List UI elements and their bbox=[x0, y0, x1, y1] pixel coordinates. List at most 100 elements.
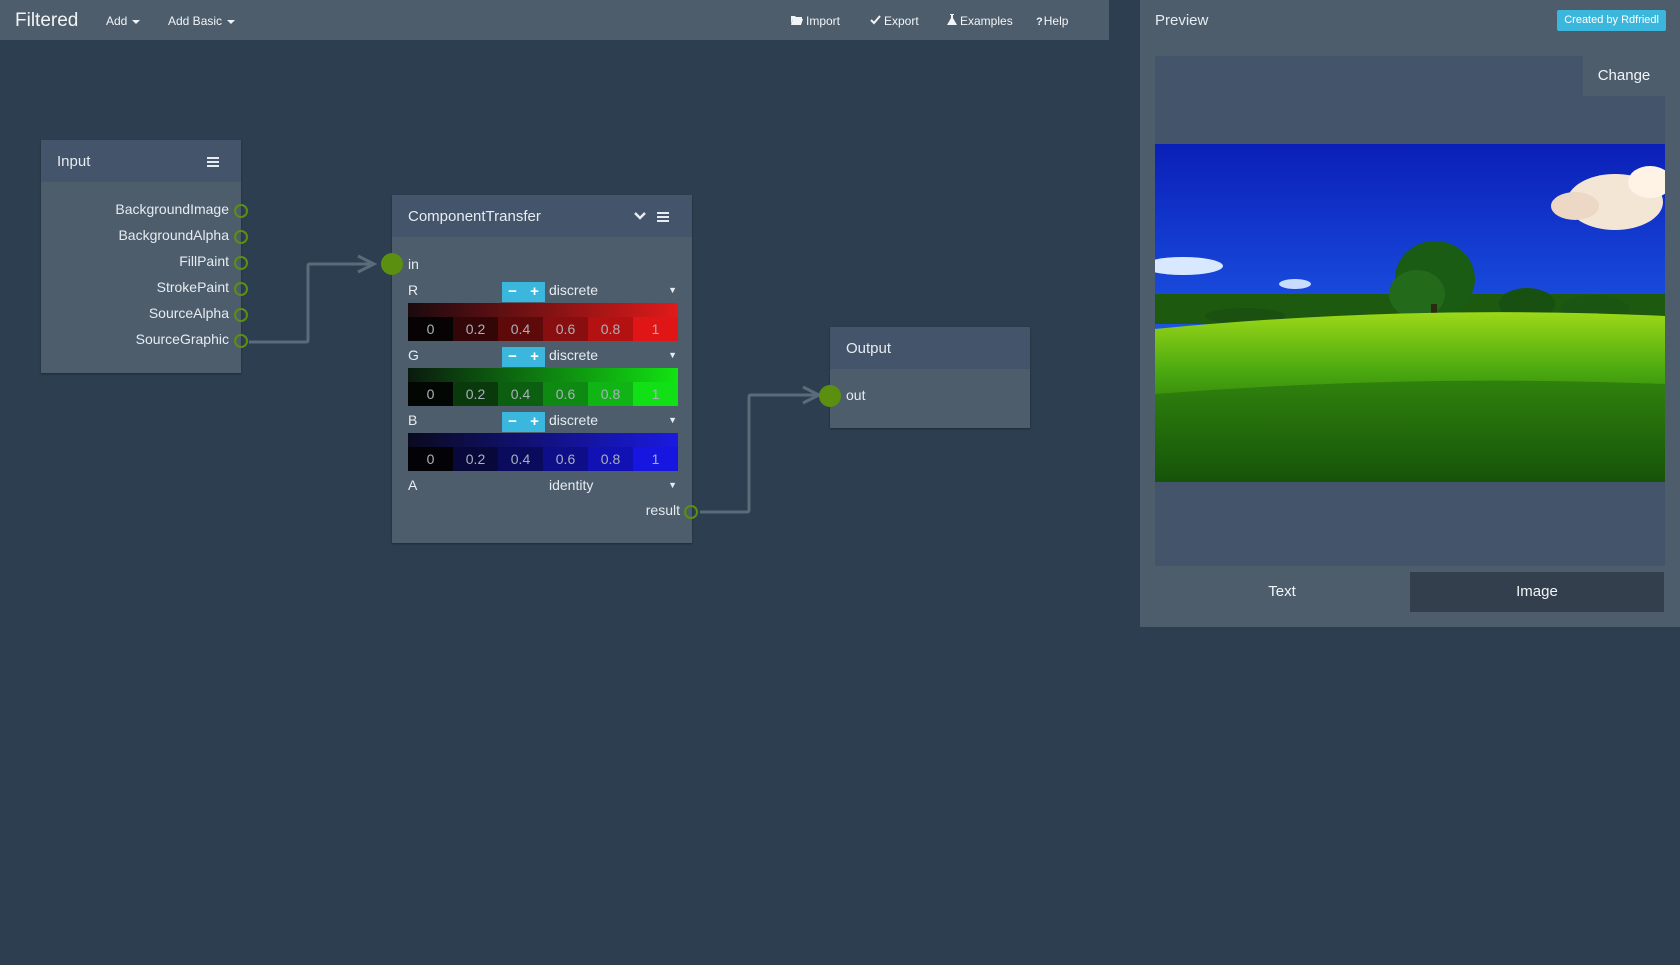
app-title[interactable]: Filtered bbox=[15, 10, 78, 32]
select-value: identity bbox=[549, 477, 594, 493]
port-label: BackgroundImage bbox=[115, 201, 229, 217]
component-transfer-node[interactable]: ComponentTransfer in R − + discrete ▼ 0 0.… bbox=[392, 195, 692, 543]
table-value[interactable]: 0 bbox=[408, 382, 453, 406]
connection-wire bbox=[700, 393, 818, 514]
r-table-values: 0 0.2 0.4 0.6 0.8 1 bbox=[408, 317, 678, 341]
table-value[interactable]: 0.8 bbox=[588, 447, 633, 471]
table-value[interactable]: 0.2 bbox=[453, 447, 498, 471]
add-menu[interactable]: Add bbox=[106, 14, 141, 28]
examples-button[interactable]: Examples bbox=[947, 14, 1013, 28]
plus-button[interactable]: + bbox=[524, 347, 545, 367]
node-header[interactable]: Input bbox=[41, 140, 241, 182]
preview-stage: Change bbox=[1155, 56, 1665, 566]
plus-button[interactable]: + bbox=[524, 282, 545, 302]
channel-label: R bbox=[408, 282, 419, 298]
g-gradient bbox=[408, 368, 678, 382]
output-port[interactable] bbox=[234, 256, 248, 270]
output-node[interactable]: Output out bbox=[830, 327, 1030, 428]
node-header[interactable]: Output bbox=[830, 327, 1030, 369]
minus-button[interactable]: − bbox=[502, 347, 523, 367]
chevron-down-icon[interactable] bbox=[634, 212, 646, 221]
examples-label: Examples bbox=[960, 14, 1013, 28]
import-label: Import bbox=[806, 14, 841, 28]
b-gradient bbox=[408, 433, 678, 447]
arrow-head-icon bbox=[802, 385, 823, 405]
r-mode-select[interactable]: discrete ▼ bbox=[549, 282, 677, 302]
menu-icon[interactable] bbox=[207, 157, 219, 167]
preview-panel: Change bbox=[1140, 42, 1680, 627]
folder-open-icon bbox=[791, 16, 803, 25]
table-value[interactable]: 1 bbox=[633, 317, 678, 341]
table-value[interactable]: 0.2 bbox=[453, 317, 498, 341]
export-label: Export bbox=[884, 14, 919, 28]
output-port[interactable] bbox=[234, 230, 248, 244]
channel-label: B bbox=[408, 412, 418, 428]
g-mode-select[interactable]: discrete ▼ bbox=[549, 347, 677, 367]
table-value[interactable]: 0.8 bbox=[588, 317, 633, 341]
table-value[interactable]: 0 bbox=[408, 317, 453, 341]
dropdown-arrow-icon: ▼ bbox=[668, 480, 677, 490]
export-button[interactable]: Export bbox=[870, 14, 919, 28]
port-label: SourceGraphic bbox=[135, 331, 229, 347]
dropdown-arrow-icon: ▼ bbox=[668, 350, 677, 360]
caret-down-icon bbox=[132, 19, 141, 24]
add-menu-label: Add bbox=[106, 14, 128, 28]
output-port[interactable] bbox=[234, 282, 248, 296]
help-label: Help bbox=[1043, 14, 1069, 28]
table-value[interactable]: 0.4 bbox=[498, 317, 543, 341]
input-port[interactable] bbox=[381, 253, 403, 275]
dropdown-arrow-icon: ▼ bbox=[668, 415, 677, 425]
tab-image[interactable]: Image bbox=[1410, 572, 1664, 612]
flask-icon bbox=[947, 14, 957, 25]
table-value[interactable]: 1 bbox=[633, 382, 678, 406]
node-header[interactable]: ComponentTransfer bbox=[392, 195, 692, 237]
table-value[interactable]: 0.6 bbox=[543, 447, 588, 471]
output-port[interactable] bbox=[234, 204, 248, 218]
input-port[interactable] bbox=[819, 385, 841, 407]
import-button[interactable]: Import bbox=[791, 14, 840, 28]
input-port-label: in bbox=[408, 256, 419, 272]
preview-image bbox=[1155, 144, 1665, 482]
table-value[interactable]: 0.8 bbox=[588, 382, 633, 406]
b-stepper: − + bbox=[502, 412, 545, 432]
select-value: discrete bbox=[549, 347, 599, 363]
channel-label: A bbox=[408, 477, 418, 493]
output-port[interactable] bbox=[234, 308, 248, 322]
credit-badge[interactable]: Created by Rdfriedl bbox=[1557, 10, 1666, 31]
preview-title: Preview bbox=[1155, 12, 1209, 29]
change-button[interactable]: Change bbox=[1583, 56, 1665, 96]
input-node[interactable]: Input BackgroundImage BackgroundAlpha Fi… bbox=[41, 140, 241, 373]
help-button[interactable]: ?Help bbox=[1036, 14, 1068, 28]
menu-icon[interactable] bbox=[657, 212, 669, 222]
output-port[interactable] bbox=[234, 334, 248, 348]
add-basic-menu[interactable]: Add Basic bbox=[168, 14, 236, 28]
table-value[interactable]: 0.4 bbox=[498, 447, 543, 471]
a-mode-select[interactable]: identity ▼ bbox=[549, 477, 677, 497]
arrow-head-icon bbox=[357, 254, 378, 274]
add-basic-menu-label: Add Basic bbox=[168, 14, 223, 28]
plus-button[interactable]: + bbox=[524, 412, 545, 432]
g-stepper: − + bbox=[502, 347, 545, 367]
g-table-values: 0 0.2 0.4 0.6 0.8 1 bbox=[408, 382, 678, 406]
preview-header: Preview Created by Rdfriedl bbox=[1140, 0, 1680, 42]
connection-wire bbox=[249, 262, 370, 344]
port-label: SourceAlpha bbox=[148, 305, 229, 321]
tab-text[interactable]: Text bbox=[1155, 572, 1409, 612]
table-value[interactable]: 0.2 bbox=[453, 382, 498, 406]
table-value[interactable]: 0.4 bbox=[498, 382, 543, 406]
toolbar: Filtered Add Add Basic Import Export Exa… bbox=[0, 0, 1109, 40]
node-title: Input bbox=[57, 153, 91, 170]
question-icon: ? bbox=[1036, 16, 1043, 28]
minus-button[interactable]: − bbox=[502, 412, 523, 432]
minus-button[interactable]: − bbox=[502, 282, 523, 302]
output-port[interactable] bbox=[684, 505, 698, 519]
table-value[interactable]: 0.6 bbox=[543, 317, 588, 341]
node-title: ComponentTransfer bbox=[408, 208, 541, 225]
table-value[interactable]: 0 bbox=[408, 447, 453, 471]
landscape-image bbox=[1155, 144, 1665, 482]
node-title: Output bbox=[846, 340, 892, 357]
b-mode-select[interactable]: discrete ▼ bbox=[549, 412, 677, 432]
table-value[interactable]: 0.6 bbox=[543, 382, 588, 406]
caret-down-icon bbox=[227, 19, 236, 24]
table-value[interactable]: 1 bbox=[633, 447, 678, 471]
